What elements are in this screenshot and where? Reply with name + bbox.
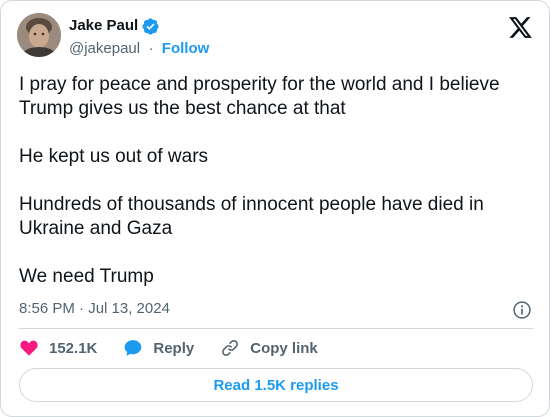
author-handle-row: @jakepaul · Follow xyxy=(69,39,209,59)
avatar[interactable] xyxy=(17,13,61,57)
action-bar: 152.1K Reply Copy link xyxy=(19,338,344,358)
info-icon[interactable] xyxy=(512,300,532,320)
heart-icon xyxy=(20,340,38,356)
speech-bubble-icon xyxy=(125,340,142,356)
read-replies-button[interactable]: Read 1.5K replies xyxy=(19,368,533,402)
author-handle[interactable]: @jakepaul xyxy=(69,40,140,57)
copy-link-label: Copy link xyxy=(250,339,318,357)
tweet-paragraph: We need Trump xyxy=(19,266,154,287)
reply-button[interactable]: Reply xyxy=(123,338,194,358)
copy-link-button[interactable]: Copy link xyxy=(220,338,318,358)
tweet-card: Jake Paul @jakepaul · Follow I pray for … xyxy=(0,0,550,417)
tweet-timestamp[interactable]: 8:56 PM · Jul 13, 2024 xyxy=(19,299,170,319)
tweet-paragraph: Hundreds of thousands of innocent people… xyxy=(19,194,484,239)
tweet-paragraph: He kept us out of wars xyxy=(19,146,209,167)
profile-photo-icon xyxy=(17,13,61,57)
author-name-row[interactable]: Jake Paul xyxy=(69,16,160,36)
like-count: 152.1K xyxy=(49,339,98,357)
author-name[interactable]: Jake Paul xyxy=(69,16,138,36)
follow-button[interactable]: Follow xyxy=(162,40,210,57)
x-logo-icon[interactable] xyxy=(508,16,533,39)
tweet-text: I pray for peace and prosperity for the … xyxy=(19,73,539,289)
tweet-paragraph: I pray for peace and prosperity for the … xyxy=(19,74,500,119)
link-icon xyxy=(222,340,239,356)
reply-label: Reply xyxy=(153,339,195,357)
like-button[interactable]: 152.1K xyxy=(19,338,97,358)
handle-separator: · xyxy=(144,40,158,57)
divider xyxy=(19,328,533,329)
verified-badge-icon xyxy=(142,17,159,35)
